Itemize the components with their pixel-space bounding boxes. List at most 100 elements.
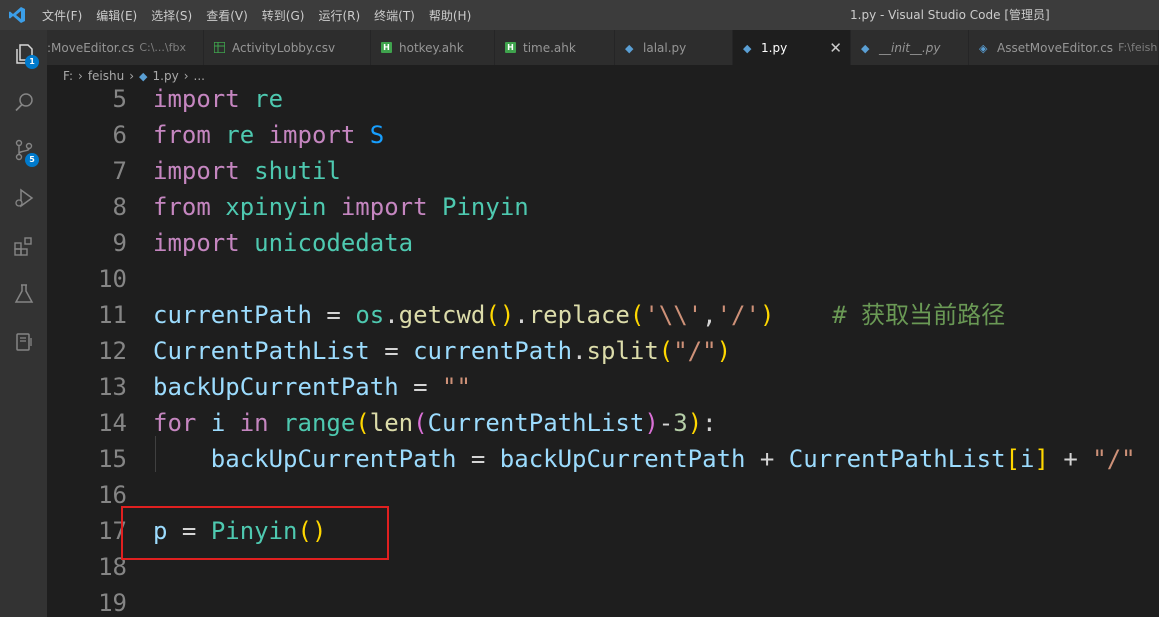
- tab-label: 1.py: [761, 40, 788, 55]
- code-token: "": [442, 373, 471, 401]
- tab-init-py[interactable]: ◆ __init__.py: [851, 30, 969, 65]
- code-text: CurrentPathList = currentPath.split("/"): [153, 339, 731, 363]
- window-title: 1.py - Visual Studio Code [管理员]: [850, 8, 1050, 22]
- title-bar: 文件(F) 编辑(E) 选择(S) 查看(V) 转到(G) 运行(R) 终端(T…: [0, 0, 1159, 30]
- remote-explorer-icon: [15, 333, 32, 351]
- code-token: i: [210, 409, 226, 437]
- source-control-button[interactable]: 5: [0, 126, 47, 174]
- code-token: import: [268, 121, 356, 149]
- line-number: 13: [98, 373, 127, 401]
- python-icon: ◆: [625, 42, 634, 55]
- code-token: Pinyin: [442, 193, 529, 221]
- menu-view[interactable]: 查看(V): [206, 7, 248, 24]
- code-token: +: [1048, 445, 1093, 473]
- tab-label: time.ahk: [523, 40, 576, 55]
- code-token: 3: [673, 409, 688, 437]
- line-number: 7: [112, 157, 127, 185]
- menu-help[interactable]: 帮助(H): [429, 7, 471, 24]
- code-text: import unicodedata: [153, 231, 413, 255]
- code-text: import shutil: [153, 159, 341, 183]
- line-number: 5: [112, 87, 127, 113]
- tab-time-ahk[interactable]: H time.ahk: [495, 30, 615, 65]
- code-token: currentPath: [413, 337, 573, 365]
- code-token: ): [644, 409, 659, 437]
- breadcrumb-folder[interactable]: feishu: [88, 69, 124, 83]
- breadcrumb-file[interactable]: 1.py: [153, 69, 179, 83]
- code-token: import: [153, 87, 240, 113]
- tab-label: :MoveEditor.cs: [47, 40, 135, 55]
- code-token: .: [514, 301, 529, 329]
- line-number: 19: [98, 589, 127, 617]
- menu-run[interactable]: 运行(R): [318, 7, 360, 24]
- code-token: =: [398, 373, 442, 401]
- menu-edit[interactable]: 编辑(E): [96, 7, 137, 24]
- highlight-box: [121, 506, 389, 560]
- python-icon: ◆: [861, 42, 870, 55]
- tab-path: F:\feishu: [1118, 41, 1158, 54]
- close-icon[interactable]: ✕: [829, 39, 842, 57]
- indent-guide: [155, 436, 156, 472]
- code-token: from: [153, 121, 211, 149]
- search-button[interactable]: [0, 78, 47, 126]
- menu-file[interactable]: 文件(F): [42, 7, 82, 24]
- testing-button[interactable]: [0, 270, 47, 318]
- flask-icon: [14, 284, 33, 303]
- tab-moveeditor-cs[interactable]: :MoveEditor.cs C:\...\fbx: [47, 30, 204, 65]
- code-text: import re: [153, 87, 283, 111]
- code-token: import: [340, 193, 428, 221]
- line-number: 18: [98, 553, 127, 581]
- code-token: CurrentPathList: [153, 337, 370, 365]
- tab-assetmoveeditor-cs[interactable]: ◈ AssetMoveEditor.cs F:\feishu: [969, 30, 1159, 65]
- explorer-badge: 1: [25, 55, 39, 69]
- python-icon: ◆: [139, 69, 148, 83]
- breadcrumb-more[interactable]: ...: [194, 69, 205, 83]
- code-token: "/": [673, 337, 717, 365]
- code-editor[interactable]: 5 import re 6 from re import S 7 import shuti…: [47, 87, 1159, 617]
- run-debug-button[interactable]: [0, 174, 47, 222]
- code-token: range: [283, 409, 356, 437]
- ahk-icon: H: [381, 42, 392, 53]
- tab-label: hotkey.ahk: [399, 40, 464, 55]
- menu-selection[interactable]: 选择(S): [151, 7, 192, 24]
- code-token: import: [153, 229, 240, 257]
- line-number: 9: [112, 229, 127, 257]
- tab-lalal-py[interactable]: ◆ lalal.py: [615, 30, 733, 65]
- breadcrumb-drive[interactable]: F:: [63, 69, 73, 83]
- code-token: (: [413, 409, 428, 437]
- code-token: ): [716, 337, 732, 365]
- csv-icon: [213, 41, 226, 54]
- menu-bar: 文件(F) 编辑(E) 选择(S) 查看(V) 转到(G) 运行(R) 终端(T…: [42, 0, 485, 30]
- line-number: 15: [98, 445, 127, 473]
- code-token: # 获取当前路径: [832, 301, 1006, 329]
- explorer-button[interactable]: 1: [0, 30, 47, 78]
- code-token: ): [687, 409, 703, 437]
- tab-hotkey-ahk[interactable]: H hotkey.ahk: [371, 30, 495, 65]
- tab-label: AssetMoveEditor.cs: [997, 40, 1114, 55]
- ahk-icon: H: [505, 42, 516, 53]
- code-token: =: [369, 337, 414, 365]
- tab-label: __init__.py: [879, 40, 941, 55]
- menu-go[interactable]: 转到(G): [262, 7, 305, 24]
- extensions-button[interactable]: [0, 222, 47, 270]
- code-token: (): [485, 301, 515, 329]
- remote-explorer-button[interactable]: [0, 318, 47, 366]
- menu-terminal[interactable]: 终端(T): [374, 7, 415, 24]
- tab-activitylobby-csv[interactable]: ActivityLobby.csv: [204, 30, 371, 65]
- code-token: .: [384, 301, 399, 329]
- line-number: 14: [98, 409, 127, 437]
- tab-path: C:\...\fbx: [139, 41, 186, 54]
- tab-1-py[interactable]: ◆ 1.py ✕: [733, 30, 851, 65]
- code-token: ]: [1034, 445, 1049, 473]
- code-token: ): [759, 301, 775, 329]
- code-token: (: [629, 301, 645, 329]
- code-token: =: [311, 301, 356, 329]
- code-token: CurrentPathList: [788, 445, 1006, 473]
- code-token: xpinyin: [225, 193, 327, 221]
- run-debug-icon: [14, 188, 33, 208]
- activity-bar: 1 5: [0, 30, 47, 617]
- vscode-logo-icon: [9, 7, 25, 23]
- code-token: backUpCurrentPath: [499, 445, 746, 473]
